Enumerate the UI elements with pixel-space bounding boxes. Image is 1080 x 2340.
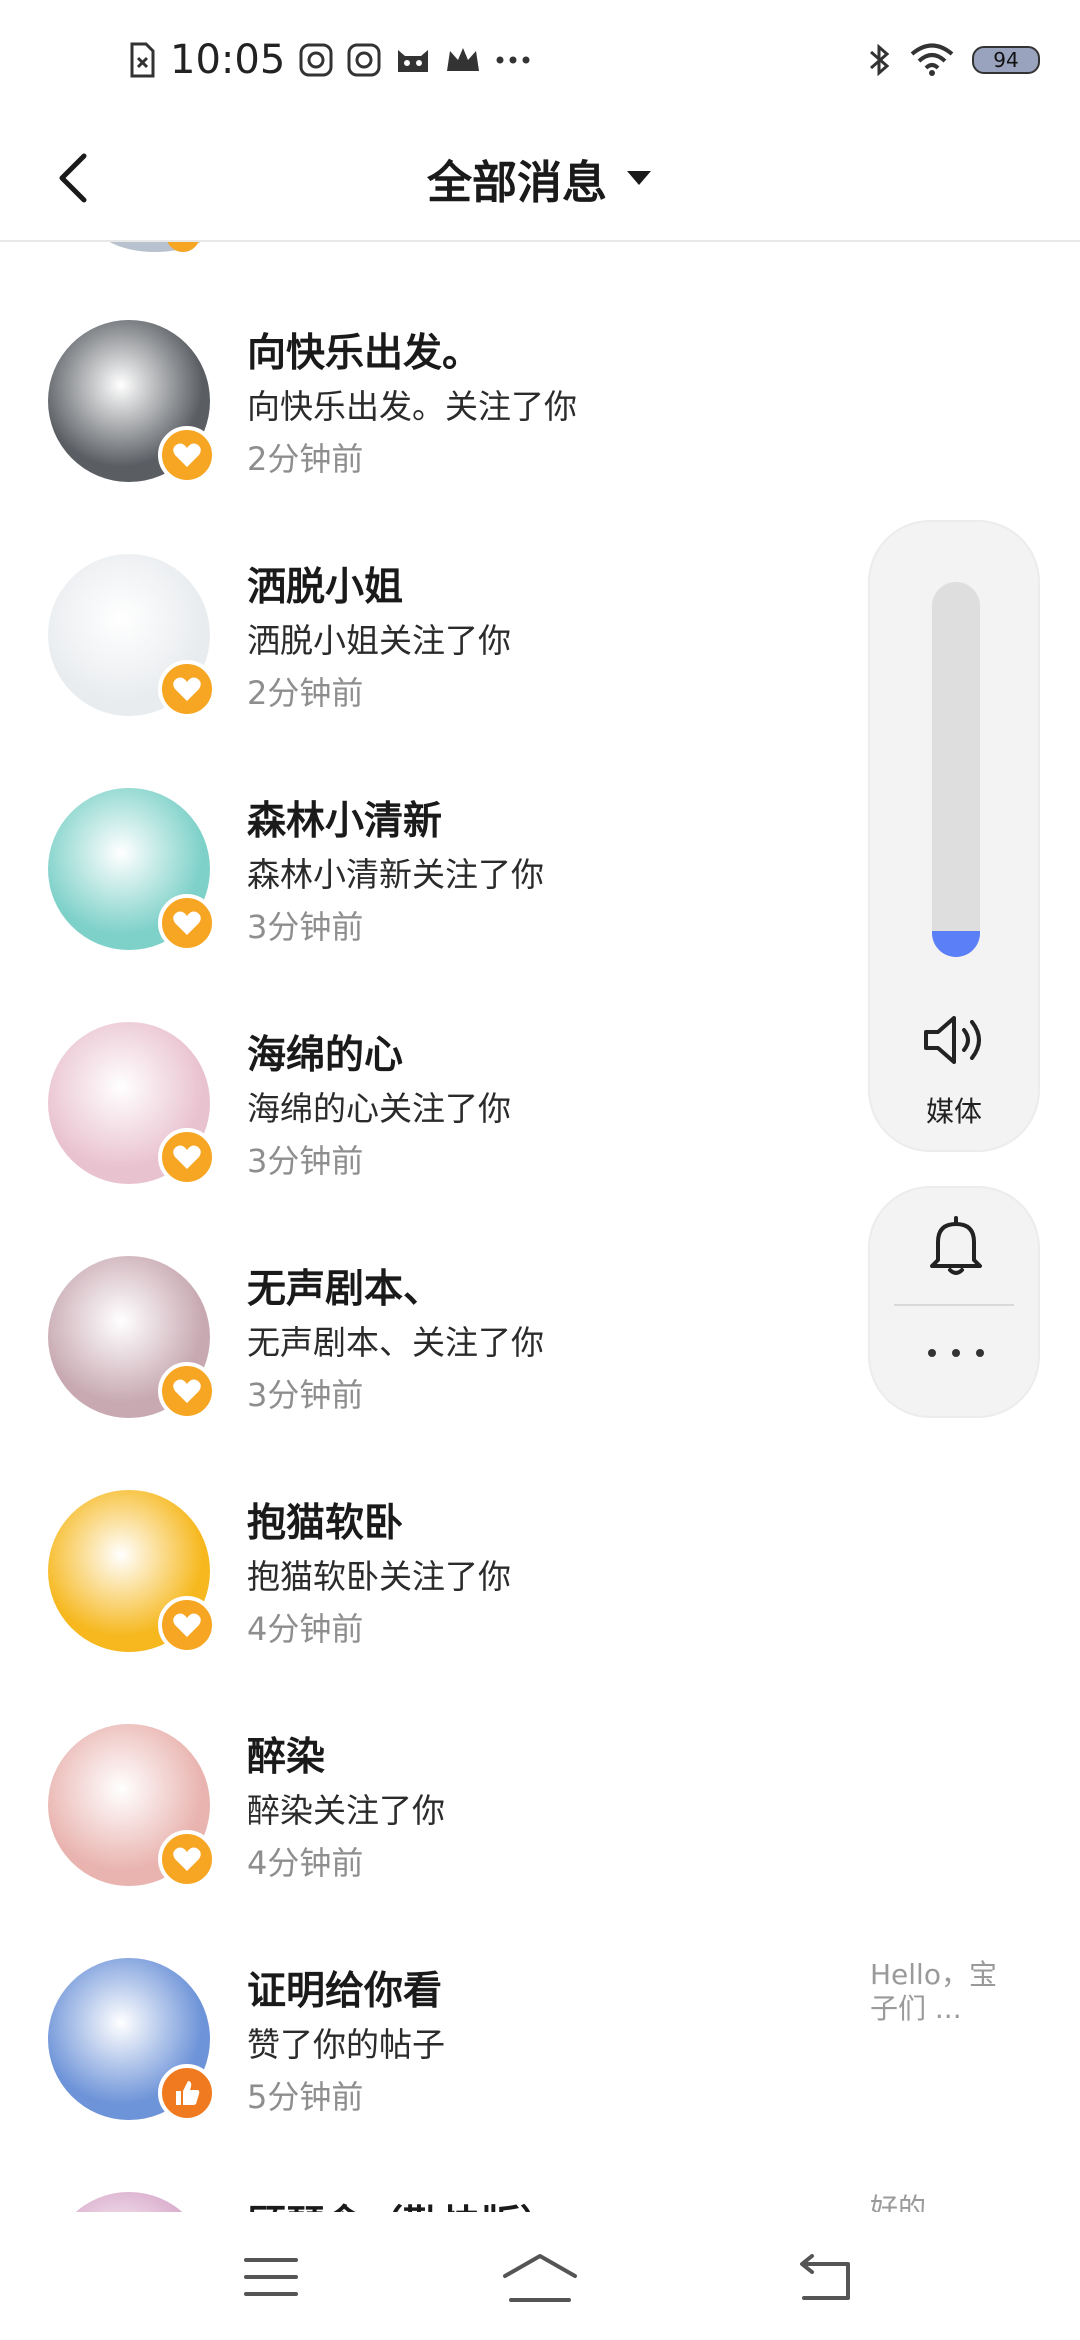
status-left: 10:05 xyxy=(128,30,531,90)
message-timestamp: 3分钟前 xyxy=(247,908,364,946)
message-row[interactable]: 顾琴念（勤快版） 好的 xyxy=(0,2192,1080,2212)
battery-indicator: 94 xyxy=(972,46,1040,74)
message-sender-name: 醉染 xyxy=(247,1735,326,1780)
notification-app-icon xyxy=(299,43,333,77)
status-time: 10:05 xyxy=(170,37,286,83)
message-action-text: 洒脱小姐关注了你 xyxy=(247,621,511,660)
message-action-text: 森林小清新关注了你 xyxy=(247,855,544,894)
message-timestamp: 3分钟前 xyxy=(247,1142,364,1180)
message-sender-name: 海绵的心 xyxy=(247,1033,404,1078)
volume-slider[interactable] xyxy=(932,582,980,957)
divider xyxy=(894,1304,1014,1306)
message-action-text: 海绵的心关注了你 xyxy=(247,1089,511,1128)
sim-off-icon xyxy=(130,42,155,78)
system-navigation-bar xyxy=(0,2212,1080,2340)
more-dots-icon[interactable] xyxy=(920,1338,992,1368)
message-sender-name: 证明给你看 xyxy=(247,1969,443,2014)
message-sender-name: 向快乐出发。 xyxy=(247,331,482,376)
message-filter-dropdown[interactable]: 全部消息 xyxy=(0,146,1080,210)
message-sender-name: 抱猫软卧 xyxy=(247,1501,404,1546)
volume-media-label: 媒体 xyxy=(925,1095,982,1128)
wifi-icon xyxy=(910,43,954,76)
heart-icon xyxy=(173,911,201,935)
heart-icon xyxy=(173,1145,201,1169)
follow-badge-icon xyxy=(158,894,216,952)
message-action-text: 抱猫软卧关注了你 xyxy=(247,1557,511,1596)
caret-down-icon xyxy=(627,171,651,185)
ringer-panel xyxy=(868,1186,1040,1418)
message-sender-name: 森林小清新 xyxy=(247,799,443,844)
follow-badge-icon xyxy=(158,1128,216,1186)
follow-badge-icon xyxy=(158,426,216,484)
back-icon[interactable] xyxy=(778,2242,868,2312)
more-dots-icon xyxy=(496,56,530,64)
heart-icon xyxy=(173,1847,201,1871)
message-timestamp: 4分钟前 xyxy=(247,1610,364,1648)
avatar[interactable] xyxy=(90,242,220,252)
message-timestamp: 5分钟前 xyxy=(247,2078,364,2116)
heart-icon xyxy=(173,443,201,467)
like-badge-icon xyxy=(158,2064,216,2122)
follow-badge-icon xyxy=(158,1362,216,1420)
message-preview: Hello，宝子们 ... xyxy=(870,1958,997,2025)
message-sender-name: 顾琴念（勤快版） xyxy=(247,2194,559,2212)
message-sender-name: 无声剧本、 xyxy=(247,1267,443,1312)
top-app-bar: 全部消息 xyxy=(0,118,1080,242)
follow-badge-icon xyxy=(158,1830,216,1888)
message-row[interactable]: 抱猫软卧抱猫软卧关注了你 4分钟前 xyxy=(0,1490,1080,1724)
message-action-text: 醉染关注了你 xyxy=(247,1791,445,1830)
follow-badge-icon xyxy=(158,660,216,718)
status-right: 94 xyxy=(868,30,1040,90)
message-row[interactable]: 向快乐出发。向快乐出发。关注了你 2分钟前 xyxy=(0,320,1080,554)
follow-badge-icon xyxy=(158,1596,216,1654)
volume-panel: 媒体 xyxy=(868,520,1040,1152)
volume-level-fill xyxy=(932,930,980,957)
message-row[interactable]: 证明给你看赞了你的帖子 5分钟前 Hello，宝子们 ... xyxy=(0,1958,1080,2192)
message-preview: 好的 xyxy=(870,2192,927,2212)
bluetooth-icon xyxy=(870,43,890,77)
avatar[interactable] xyxy=(48,2192,210,2212)
heart-icon xyxy=(173,677,201,701)
status-bar: 10:05 94 xyxy=(0,0,1080,118)
message-row[interactable]: 醉染醉染关注了你 4分钟前 xyxy=(0,1724,1080,1958)
battery-level: 94 xyxy=(993,48,1019,72)
crown-icon xyxy=(447,48,480,71)
cat-face-icon xyxy=(398,50,429,72)
message-action-text: 赞了你的帖子 xyxy=(247,2025,445,2064)
page-title: 全部消息 xyxy=(426,155,607,209)
bell-icon[interactable] xyxy=(922,1212,990,1280)
home-icon[interactable] xyxy=(495,2242,585,2312)
message-timestamp: 2分钟前 xyxy=(247,440,364,478)
message-action-text: 向快乐出发。关注了你 xyxy=(247,387,577,426)
heart-icon xyxy=(173,1613,201,1637)
menu-icon[interactable] xyxy=(226,2242,316,2312)
notification-app-icon xyxy=(347,43,381,77)
message-action-text: 无声剧本、关注了你 xyxy=(247,1323,544,1362)
thumbs-up-icon xyxy=(176,2081,200,2105)
message-timestamp: 3分钟前 xyxy=(247,1376,364,1414)
message-timestamp: 2分钟前 xyxy=(247,674,364,712)
message-timestamp: 4分钟前 xyxy=(247,1844,364,1882)
heart-icon xyxy=(173,1379,201,1403)
speaker-icon[interactable] xyxy=(920,1010,992,1070)
message-sender-name: 洒脱小姐 xyxy=(247,565,404,610)
